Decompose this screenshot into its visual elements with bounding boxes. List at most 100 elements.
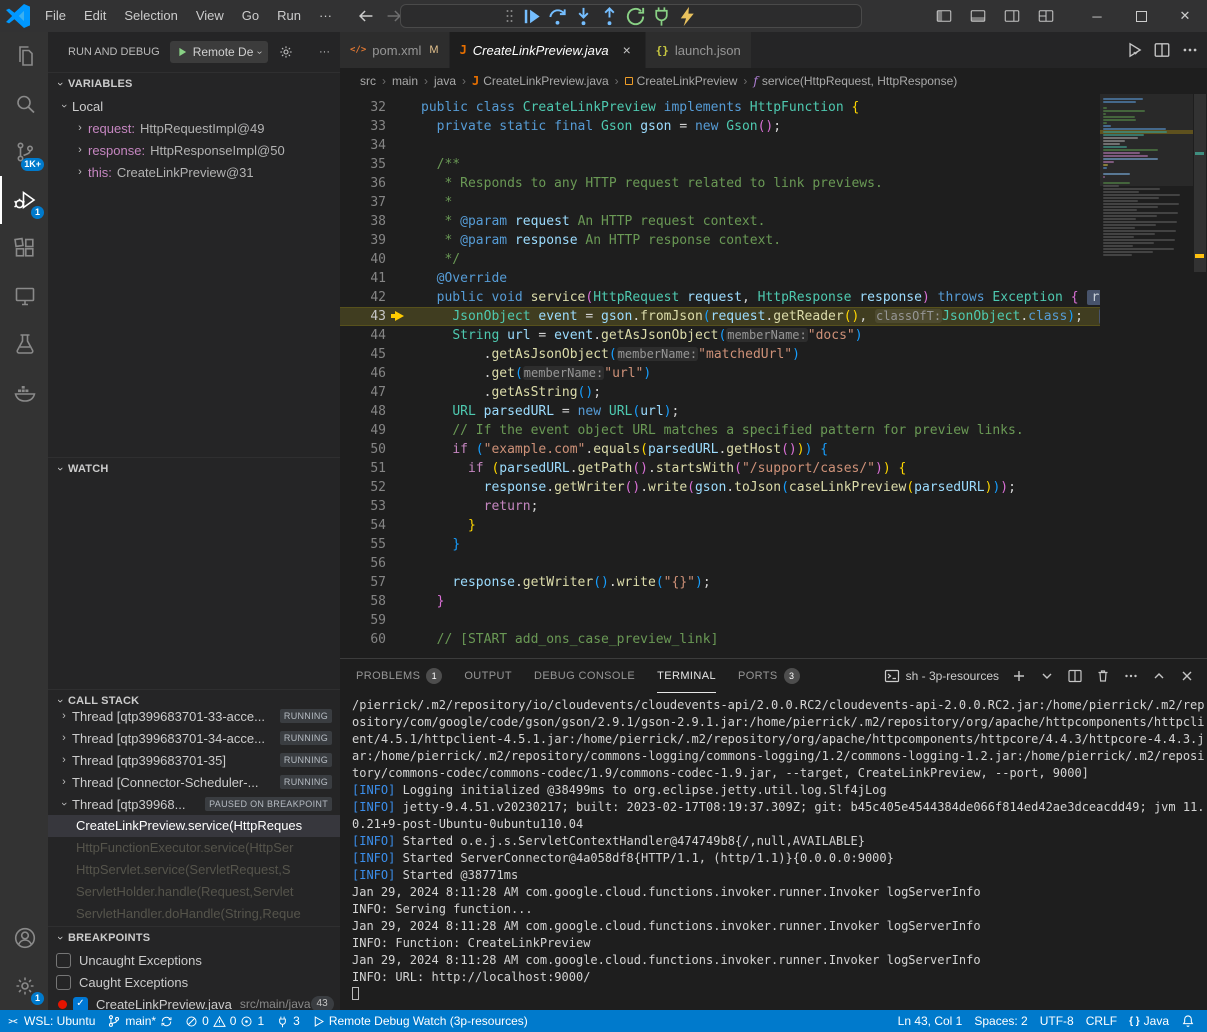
line-number[interactable]: 47	[340, 383, 386, 402]
code-line[interactable]: 45 .getAsJsonObject(memberName:"matchedU…	[340, 345, 1100, 364]
menu-view[interactable]: View	[187, 0, 233, 32]
minimap[interactable]	[1100, 94, 1193, 658]
checkbox[interactable]	[56, 953, 71, 968]
scrollbar[interactable]	[1193, 94, 1207, 658]
code-line[interactable]: 42 public void service(HttpRequest reque…	[340, 288, 1100, 307]
close-icon[interactable]: ×	[619, 42, 635, 58]
variables-scope-row[interactable]: ›Local	[48, 95, 340, 117]
continue-icon[interactable]	[520, 5, 543, 28]
code-editor[interactable]: 32public class CreateLinkPreview impleme…	[340, 94, 1207, 658]
line-number[interactable]: 52	[340, 478, 386, 497]
callstack-thread[interactable]: ›Thread [qtp399683701-33-acce...RUNNING	[48, 705, 340, 727]
callstack-thread[interactable]: ›Thread [qtp39968...PAUSED ON BREAKPOINT	[48, 793, 340, 815]
variable-row[interactable]: ›response:HttpResponseImpl@50	[48, 139, 340, 161]
activity-item-explorer-icon[interactable]	[0, 32, 48, 80]
callstack-frame[interactable]: HttpServlet.service(ServletRequest,S	[48, 859, 340, 881]
code-line[interactable]: 60 // [START add_ons_case_preview_link]	[340, 630, 1100, 649]
split-terminal-icon[interactable]	[1067, 668, 1083, 684]
command-center[interactable]	[400, 4, 862, 28]
step-out-icon[interactable]	[598, 5, 621, 28]
line-number[interactable]: 46	[340, 364, 386, 383]
checkbox[interactable]: ✓	[73, 997, 88, 1011]
line-number[interactable]: 59	[340, 611, 386, 630]
tab-createlinkpreview-java[interactable]: JCreateLinkPreview.java×	[450, 32, 646, 68]
split-editor-icon[interactable]	[1153, 41, 1171, 59]
callstack-frame[interactable]: ServletHolder.handle(Request,Servlet	[48, 881, 340, 903]
eol[interactable]: CRLF	[1080, 1010, 1123, 1032]
line-number[interactable]: 38	[340, 212, 386, 231]
code-line[interactable]: 44 String url = event.getAsJsonObject(me…	[340, 326, 1100, 345]
line-number[interactable]: 49	[340, 421, 386, 440]
callstack-thread[interactable]: ›Thread [qtp399683701-34-acce...RUNNING	[48, 727, 340, 749]
code-line[interactable]: 49 // If the event object URL matches a …	[340, 421, 1100, 440]
activity-item-docker-icon[interactable]	[0, 368, 48, 416]
breakpoint-row[interactable]: Uncaught Exceptions	[48, 949, 340, 971]
menu-selection[interactable]: Selection	[115, 0, 186, 32]
problems-summary[interactable]: 001	[179, 1010, 270, 1032]
minimize-button[interactable]: ─	[1075, 0, 1119, 32]
restart-icon[interactable]	[624, 5, 647, 28]
code-line[interactable]: 46 .get(memberName:"url")	[340, 364, 1100, 383]
activity-item-account-icon[interactable]	[0, 914, 48, 962]
panel-tab-output[interactable]: OUTPUT	[464, 659, 512, 693]
step-into-icon[interactable]	[572, 5, 595, 28]
remote-indicator[interactable]: ><WSL: Ubuntu	[0, 1010, 101, 1032]
maximize-button[interactable]	[1119, 0, 1163, 32]
code-line[interactable]: 38 * @param request An HTTP request cont…	[340, 212, 1100, 231]
line-number[interactable]: 32	[340, 98, 386, 117]
code-line[interactable]: 47 .getAsString();	[340, 383, 1100, 402]
code-line[interactable]: 57 response.getWriter().write("{}");	[340, 573, 1100, 592]
breadcrumb-item[interactable]: CreateLinkPreview	[625, 74, 738, 88]
notifications-bell[interactable]	[1175, 1010, 1201, 1032]
scrollbar-slider[interactable]	[1194, 94, 1206, 272]
code-line[interactable]: 50 if ("example.com".equals(parsedURL.ge…	[340, 440, 1100, 459]
breakpoint-row[interactable]: Caught Exceptions	[48, 971, 340, 993]
cursor-position[interactable]: Ln 43, Col 1	[892, 1010, 969, 1032]
code-line[interactable]: 54 }	[340, 516, 1100, 535]
panel-tab-debug-console[interactable]: DEBUG CONSOLE	[534, 659, 635, 693]
breakpoints-header[interactable]: › BREAKPOINTS	[48, 927, 340, 949]
gear-icon[interactable]	[278, 44, 294, 60]
code-line[interactable]: 33 private static final Gson gson = new …	[340, 117, 1100, 136]
line-number[interactable]: 34	[340, 136, 386, 155]
terminal-output[interactable]: /pierrick/.m2/repository/io/cloudevents/…	[340, 693, 1207, 1010]
new-terminal-icon[interactable]	[1011, 668, 1027, 684]
line-number[interactable]: 35	[340, 155, 386, 174]
code-line[interactable]: 55 }	[340, 535, 1100, 554]
code-line[interactable]: 32public class CreateLinkPreview impleme…	[340, 98, 1100, 117]
maximize-panel-icon[interactable]	[1151, 668, 1167, 684]
indentation[interactable]: Spaces: 2	[968, 1010, 1033, 1032]
line-number[interactable]: 33	[340, 117, 386, 136]
terminal-select[interactable]: sh - 3p-resources	[884, 668, 999, 684]
dropdown-chevron-icon[interactable]	[1039, 668, 1055, 684]
checkbox[interactable]	[56, 975, 71, 990]
line-number[interactable]: 58	[340, 592, 386, 611]
code-line[interactable]: 43 JsonObject event = gson.fromJson(requ…	[340, 307, 1100, 326]
line-number[interactable]: 40	[340, 250, 386, 269]
code-line[interactable]: 52 response.getWriter().write(gson.toJso…	[340, 478, 1100, 497]
code-line[interactable]: 51 if (parsedURL.getPath().startsWith("/…	[340, 459, 1100, 478]
activity-item-search-icon[interactable]	[0, 80, 48, 128]
tab-pom-xml[interactable]: </>pom.xmlM	[340, 32, 450, 68]
line-number[interactable]: 51	[340, 459, 386, 478]
step-over-icon[interactable]	[546, 5, 569, 28]
code-line[interactable]: 58 }	[340, 592, 1100, 611]
line-number[interactable]: 50	[340, 440, 386, 459]
activity-item-remote-explorer-icon[interactable]	[0, 272, 48, 320]
activity-item-source-control-icon[interactable]: 1K+	[0, 128, 48, 176]
breadcrumb-item[interactable]: src	[360, 74, 376, 88]
debug-status[interactable]: Remote Debug Watch (3p-resources)	[306, 1010, 534, 1032]
line-number[interactable]: 57	[340, 573, 386, 592]
line-number[interactable]: 37	[340, 193, 386, 212]
line-number[interactable]: 53	[340, 497, 386, 516]
variable-row[interactable]: ›this:CreateLinkPreview@31	[48, 161, 340, 183]
breadcrumb-item[interactable]: JCreateLinkPreview.java	[472, 74, 609, 88]
activity-item-settings-icon[interactable]: 1	[0, 962, 48, 1010]
code-line[interactable]: 36 * Responds to any HTTP request relate…	[340, 174, 1100, 193]
code-line[interactable]: 40 */	[340, 250, 1100, 269]
line-number[interactable]: 43	[340, 307, 386, 326]
watch-header[interactable]: › WATCH	[48, 458, 340, 480]
panel-tab-terminal[interactable]: TERMINAL	[657, 659, 716, 693]
breadcrumb-item[interactable]: java	[434, 74, 456, 88]
menu-run[interactable]: Run	[268, 0, 310, 32]
